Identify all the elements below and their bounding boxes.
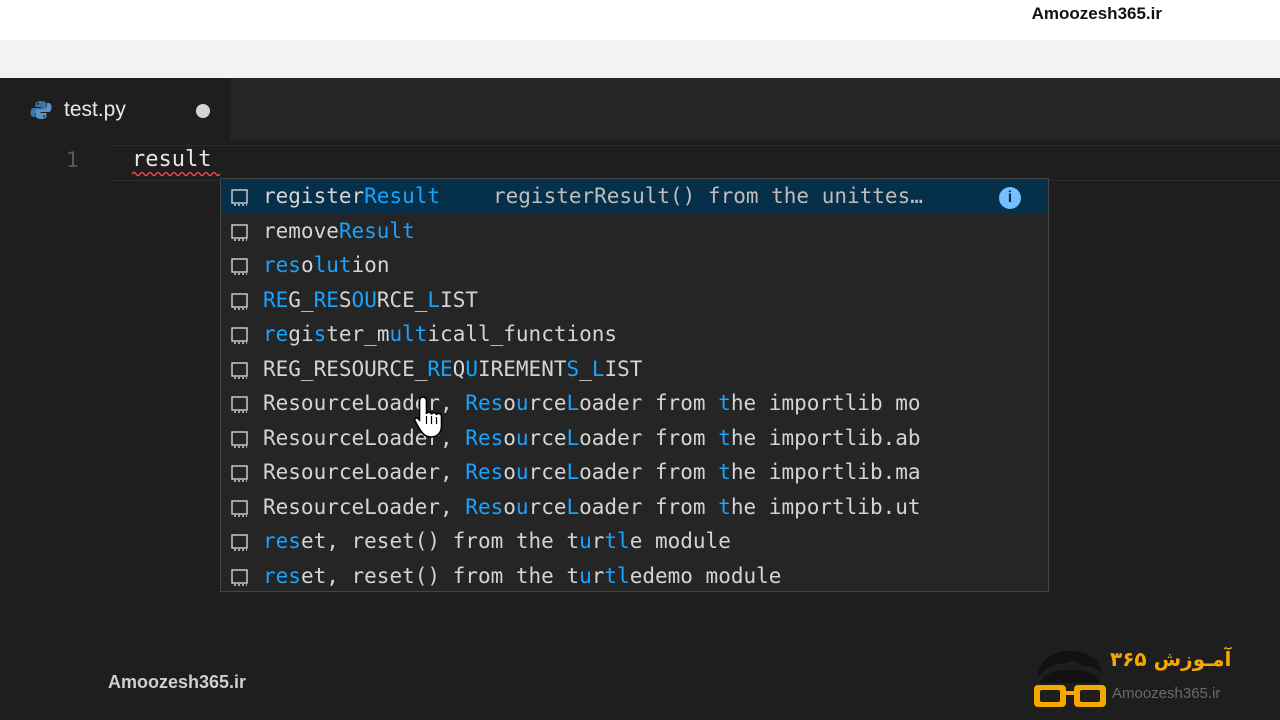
suggestion-label: REG_RESOURCE_REQUIREMENTS_LIST xyxy=(263,356,643,381)
glasses-mascot-icon xyxy=(1034,651,1106,707)
text-kind-icon xyxy=(231,568,248,586)
title-band xyxy=(0,40,1280,78)
suggestion-label: ResourceLoader, ResourceLoader from the … xyxy=(263,391,921,415)
text-kind-icon xyxy=(231,499,248,517)
text-kind-icon xyxy=(231,327,248,344)
editor-tab-test-py[interactable]: test.py xyxy=(0,78,230,140)
suggestion-item[interactable]: reset, reset() from the turtle module xyxy=(221,524,1048,559)
code-text[interactable]: result xyxy=(132,146,211,174)
brand-logo: آمـوزش ۳۶۵ Amoozesh365.ir xyxy=(1030,645,1280,720)
hand-cursor-icon xyxy=(414,396,443,438)
watermark-top: Amoozesh365.ir xyxy=(1031,4,1162,23)
suggestion-label: reset, reset() from the turtledemo modul… xyxy=(263,563,782,588)
suggestion-item[interactable]: ResourceLoader, ResourceLoader from the … xyxy=(221,421,1048,456)
text-kind-icon xyxy=(231,396,248,413)
suggestion-label: register_multicall_functions xyxy=(263,322,618,346)
suggestion-item[interactable]: resolution xyxy=(221,248,1048,283)
video-header-bar: Amoozesh365.ir xyxy=(0,0,1280,40)
suggestion-item[interactable]: ResourceLoader, ResourceLoader from the … xyxy=(221,386,1048,421)
text-kind-icon xyxy=(231,258,248,275)
suggestion-widget[interactable]: registerResult registerResult() from the … xyxy=(220,178,1049,592)
python-icon xyxy=(30,101,52,119)
suggestion-label: registerResult xyxy=(263,184,441,208)
suggestion-item[interactable]: register_multicall_functions xyxy=(221,317,1048,352)
text-kind-icon xyxy=(231,223,248,241)
line-number: 1 xyxy=(66,148,79,172)
brand-name: آمـوزش ۳۶۵ xyxy=(1110,647,1232,671)
suggestion-label: REG_RESOURCE_LIST xyxy=(263,287,479,312)
suggestion-label: removeResult xyxy=(263,218,415,243)
text-kind-icon xyxy=(231,361,248,379)
suggestion-detail: registerResult() from the unittes… xyxy=(493,184,923,208)
suggestion-label: ResourceLoader, ResourceLoader from the … xyxy=(263,460,921,484)
error-squiggle xyxy=(132,171,220,177)
suggestion-item[interactable]: ResourceLoader, ResourceLoader from the … xyxy=(221,490,1048,525)
suggestion-label: ResourceLoader, ResourceLoader from the … xyxy=(263,494,921,519)
suggestion-item[interactable]: ResourceLoader, ResourceLoader from the … xyxy=(221,455,1048,490)
brand-url: Amoozesh365.ir xyxy=(1112,685,1221,702)
suggestion-item[interactable]: reset, reset() from the turtledemo modul… xyxy=(221,559,1048,592)
current-line-highlight xyxy=(110,145,1280,181)
suggestion-label: ResourceLoader, ResourceLoader from the … xyxy=(263,425,921,450)
suggestion-item[interactable]: REG_RESOURCE_LIST xyxy=(221,283,1048,318)
suggestion-label: reset, reset() from the turtle module xyxy=(263,529,731,553)
text-kind-icon xyxy=(231,189,248,206)
suggestion-item[interactable]: registerResult registerResult() from the … xyxy=(221,179,1048,214)
suggestion-label: resolution xyxy=(263,253,390,277)
tab-filename: test.py xyxy=(64,98,126,121)
text-kind-icon xyxy=(231,465,248,482)
text-kind-icon xyxy=(231,292,248,310)
text-kind-icon xyxy=(231,534,248,551)
suggestion-item[interactable]: removeResult xyxy=(221,214,1048,249)
editor-tab-strip: test.py xyxy=(0,78,1280,140)
info-icon[interactable]: i xyxy=(999,187,1021,209)
watermark-bottom: Amoozesh365.ir xyxy=(108,672,247,692)
suggestion-item[interactable]: REG_RESOURCE_REQUIREMENTS_LIST xyxy=(221,352,1048,387)
unsaved-dot-icon[interactable] xyxy=(196,104,210,118)
text-kind-icon xyxy=(231,430,248,448)
